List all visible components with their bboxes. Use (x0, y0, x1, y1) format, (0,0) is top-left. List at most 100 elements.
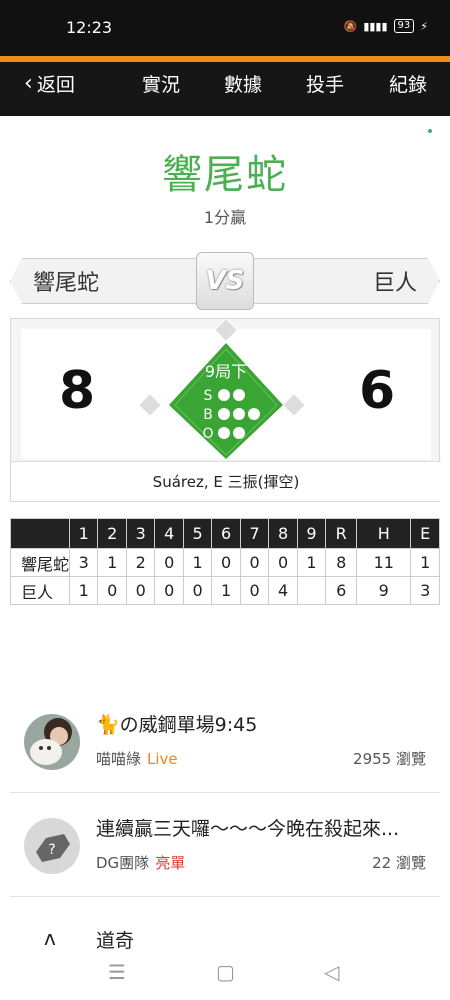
strike-light-1 (218, 389, 230, 401)
ball-light-1 (218, 408, 230, 420)
tab-pitcher[interactable]: 投手 (306, 70, 344, 97)
infield (169, 343, 283, 459)
out-light-1 (218, 427, 230, 439)
table-cell: 6 (325, 576, 358, 605)
away-team-banner[interactable]: 響尾蛇 (10, 258, 200, 304)
header-cell: 9 (296, 518, 327, 549)
decorative-dot (428, 129, 432, 133)
status-time: 12:23 (66, 18, 113, 37)
result-text: 1分贏 (203, 208, 247, 227)
row-team: 響尾蛇 (9, 548, 71, 577)
table-cell: 1 (211, 576, 241, 605)
charging-icon: ⚡ (420, 19, 428, 33)
out-label: O (202, 426, 213, 442)
live-badge: Live (147, 750, 178, 768)
back-button[interactable]: ‹ 返回 (24, 70, 75, 97)
vs-badge: VS (196, 252, 254, 310)
baseball-diamond: 9局下 S B O (137, 319, 307, 459)
tab-stats[interactable]: 數據 (224, 70, 262, 97)
winner-team: 響尾蛇 (162, 152, 288, 198)
header-cell: E (410, 518, 440, 549)
row-team: 巨人 (9, 576, 71, 605)
table-cell: 1 (97, 548, 127, 577)
header-cell: R (325, 518, 358, 549)
post-meta: 喵喵綠 Live (96, 748, 178, 769)
table-cell: 0 (239, 576, 270, 605)
top-nav: ‹ 返回 實況 數據 投手 紀錄 (0, 56, 450, 116)
post-author: DG團隊 (96, 854, 150, 872)
table-cell: 3 (69, 548, 99, 577)
list-item[interactable]: 🐈の威鋼單場9:45 喵喵綠 Live 2955 瀏覽 (10, 700, 440, 792)
table-cell: 2 (125, 548, 156, 577)
silent-icon: 🔕 (343, 19, 358, 33)
strike-label: S (204, 388, 213, 404)
line-score-table: 1 2 3 4 5 6 7 8 9 R H E 響尾蛇 3 1 2 0 1 0 … (9, 518, 440, 605)
signal-icon: ▮▮▮▮ (363, 19, 388, 33)
post-title: 🐈の威鋼單場9:45 (96, 714, 258, 736)
table-cell: 0 (182, 576, 213, 605)
post-title[interactable]: 道奇 (96, 926, 134, 953)
header-cell: 1 (69, 518, 99, 549)
menu-icon[interactable]: ☰ (108, 960, 126, 984)
header-cell: 5 (182, 518, 213, 549)
header-cell: 3 (125, 518, 156, 549)
header-cell: 2 (97, 518, 127, 549)
tab-live[interactable]: 實況 (142, 70, 180, 97)
post-author: 喵喵綠 (96, 750, 142, 768)
avatar (24, 714, 80, 770)
view-count: 22 瀏覽 (372, 854, 426, 872)
ball-light-3 (248, 408, 260, 420)
table-row: 巨人 1 0 0 0 0 1 0 4 6 9 3 (9, 576, 440, 605)
system-nav-bar: ☰ ▢ ◁ (0, 950, 450, 1000)
view-count: 2955 瀏覽 (353, 750, 426, 768)
table-row: 響尾蛇 3 1 2 0 1 0 0 0 1 8 11 1 (9, 548, 440, 577)
header-cell: 7 (239, 518, 270, 549)
table-cell: 1 (182, 548, 213, 577)
table-cell: 0 (239, 548, 270, 577)
tab-record[interactable]: 紀錄 (389, 70, 427, 97)
post-title: 連續贏三天囉～～～今晚在殺起來... (96, 818, 400, 840)
battery-icon: 93 (393, 19, 415, 33)
caret-icon: ʌ (44, 926, 56, 950)
back-label: 返回 (36, 74, 75, 96)
table-cell: 0 (154, 576, 184, 605)
list-item[interactable]: ? 連續贏三天囉～～～今晚在殺起來... DG團隊 亮單 22 瀏覽 (10, 804, 440, 896)
status-icons: 🔕 ▮▮▮▮ 93 ⚡ (344, 19, 428, 33)
triangle-back-icon[interactable]: ◁ (324, 960, 339, 984)
header-cell: 8 (268, 518, 298, 549)
scoreboard: 8 6 9局下 S B O Suárez, E 三振(揮空) (10, 318, 441, 502)
table-cell: 0 (125, 576, 156, 605)
first-base (281, 392, 307, 418)
line-score-header: 1 2 3 4 5 6 7 8 9 R H E (9, 518, 440, 549)
chevron-left-icon: ‹ (24, 71, 33, 96)
svg-text:?: ? (48, 842, 55, 858)
strike-light-2 (233, 389, 245, 401)
table-cell: 1 (69, 576, 99, 605)
table-cell: 4 (268, 576, 298, 605)
table-cell: 8 (325, 548, 358, 577)
home-team-banner[interactable]: 巨人 (250, 258, 440, 304)
header-cell: 6 (211, 518, 241, 549)
table-cell: 0 (211, 548, 241, 577)
highlight-badge: 亮單 (155, 854, 186, 872)
table-cell: 3 (410, 576, 440, 605)
ball-label: B (203, 407, 213, 423)
home-icon[interactable]: ▢ (216, 960, 235, 984)
last-play: Suárez, E 三振(揮空) (11, 461, 441, 501)
inning-label: 9局下 (205, 362, 247, 381)
third-base (137, 392, 163, 418)
out-light-2 (233, 427, 245, 439)
second-base (213, 319, 239, 343)
default-avatar-icon: ? (24, 818, 80, 874)
table-cell: 1 (410, 548, 440, 577)
home-team-name: 巨人 (372, 271, 417, 296)
avatar-image (24, 714, 80, 770)
active-tab-indicator (0, 56, 450, 62)
header-cell: 4 (154, 518, 184, 549)
table-cell: 11 (356, 548, 412, 577)
status-bar: 12:23 🔕 ▮▮▮▮ 93 ⚡ (0, 0, 450, 56)
post-meta: DG團隊 亮單 (96, 852, 185, 873)
away-team-name: 響尾蛇 (33, 271, 100, 296)
table-cell: 1 (296, 548, 327, 577)
header-corner (9, 518, 71, 549)
